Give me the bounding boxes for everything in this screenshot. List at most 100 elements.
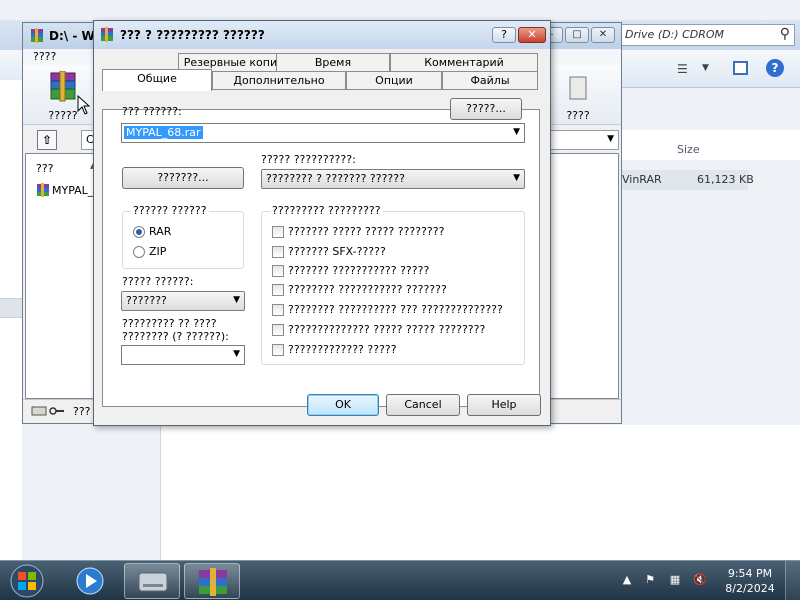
file-name: MYPAL_: [52, 184, 94, 197]
archiving-options-title: ????????? ?????????: [270, 204, 383, 217]
ok-button[interactable]: OK: [307, 394, 379, 416]
explorer-nav-pane: [0, 80, 22, 560]
cancel-button[interactable]: Cancel: [386, 394, 460, 416]
tab-options[interactable]: Опции: [346, 71, 442, 90]
method-select[interactable]: ??????? ▼: [121, 291, 245, 311]
close-button[interactable]: ✕: [591, 27, 615, 43]
size-column-header[interactable]: Size: [677, 143, 700, 156]
chevron-up-icon[interactable]: ▲: [620, 573, 634, 587]
checkbox[interactable]: [272, 304, 284, 316]
taskbar-media-player[interactable]: [62, 563, 118, 599]
help-icon[interactable]: ?: [766, 59, 784, 77]
method-value: ???????: [126, 294, 167, 307]
split-size-input[interactable]: ▼: [121, 345, 245, 365]
split-label-line2: ???????? (? ??????):: [122, 330, 229, 343]
archive-format-group: ?????? ?????? RAR ZIP: [122, 204, 244, 269]
option-lock-archive[interactable]: ????????????? ?????: [272, 342, 522, 358]
chevron-down-icon[interactable]: ▼: [233, 349, 240, 359]
drive-key-icon: [31, 406, 64, 416]
checkbox[interactable]: [272, 344, 284, 356]
explorer-row-size: 61,123 KB: [697, 173, 754, 186]
maximize-button[interactable]: □: [565, 27, 589, 43]
method-label: ????? ??????:: [122, 275, 194, 288]
flag-icon[interactable]: ⚑: [643, 573, 657, 587]
dialog-title: ??? ? ????????? ??????: [120, 28, 265, 42]
explorer-column-header: [615, 130, 800, 160]
checkbox[interactable]: [272, 324, 284, 336]
toolbar-right-icon: [569, 76, 587, 100]
menu-item[interactable]: ????: [33, 50, 56, 63]
chevron-down-icon[interactable]: ▼: [233, 295, 240, 305]
archive-name-label: ??? ??????:: [122, 105, 182, 118]
name-column-label: ???: [36, 162, 54, 175]
search-icon[interactable]: ⚲: [780, 26, 790, 42]
explorer-row-type: VinRAR: [622, 173, 662, 186]
option-test-files[interactable]: ?????????????? ????? ????? ????????: [272, 322, 522, 338]
taskbar-winrar[interactable]: [184, 563, 240, 599]
network-icon[interactable]: ▦: [668, 573, 682, 587]
show-desktop-button[interactable]: [785, 561, 800, 600]
option-delete-after[interactable]: ??????? ????? ????? ????????: [272, 224, 522, 240]
help-button[interactable]: Help: [467, 394, 541, 416]
explorer-address-text: Drive (D:) CDROM: [625, 28, 725, 41]
checkbox[interactable]: [272, 246, 284, 258]
rar-file-icon: [37, 183, 49, 197]
option-create-sfx[interactable]: ??????? SFX-?????: [272, 244, 522, 260]
checkbox[interactable]: [272, 265, 284, 277]
taskbar: ▲ ⚑ ▦ 🔇 9:54 PM 8/2/2024: [0, 560, 800, 600]
option-solid[interactable]: ??????? ??????????? ?????: [272, 263, 522, 279]
volume-muted-icon[interactable]: 🔇: [693, 573, 707, 587]
option-label: ???????? ??????????? ???????: [288, 283, 447, 296]
toolbar-button-right[interactable]: ????: [548, 69, 608, 123]
clock[interactable]: 9:54 PM 8/2/2024: [722, 566, 778, 596]
add-tool-label: ?????: [48, 109, 78, 122]
explorer-address-bar[interactable]: Drive (D:) CDROM ⚲: [620, 24, 795, 46]
add-tool-button[interactable]: ?????: [33, 69, 93, 123]
dialog-close-button[interactable]: ✕: [518, 27, 546, 43]
tab-comment[interactable]: Комментарий: [390, 53, 538, 72]
view-options-icon[interactable]: ☰: [677, 62, 688, 76]
winrar-app-icon: [101, 27, 113, 42]
explorer-content-area: [160, 425, 800, 560]
clock-time: 9:54 PM: [727, 567, 773, 580]
chevron-down-icon[interactable]: ▼: [513, 173, 520, 183]
explorer-nav-strip: [0, 298, 22, 318]
toolbar-right-label: ????: [566, 109, 590, 122]
option-label: ??????? ????? ????? ????????: [288, 225, 445, 238]
dialog-titlebar: ??? ? ????????? ?????? ? ✕: [94, 21, 550, 49]
option-label: ????????????? ?????: [288, 343, 397, 356]
tab-time[interactable]: Время: [276, 53, 390, 72]
preview-pane-icon[interactable]: [733, 61, 748, 75]
dialog-help-button[interactable]: ?: [492, 27, 516, 43]
update-mode-value: ???????? ? ??????? ??????: [266, 172, 405, 185]
tab-general[interactable]: Общие: [102, 69, 212, 91]
up-folder-button[interactable]: ⇧: [37, 130, 57, 150]
browse-button[interactable]: ?????...: [450, 98, 522, 120]
archive-name-input[interactable]: MYPAL_68.rar ▼: [121, 123, 525, 143]
tab-advanced[interactable]: Дополнительно: [212, 71, 346, 90]
chevron-down-icon[interactable]: ▼: [607, 134, 614, 144]
media-player-icon: [76, 567, 104, 595]
radio-indicator[interactable]: [133, 246, 145, 258]
format-rar-label: RAR: [149, 225, 172, 238]
option-recovery-record[interactable]: ???????? ?????????? ??? ??????????????: [272, 302, 522, 318]
archive-stack-icon: [50, 71, 76, 102]
start-button[interactable]: [4, 562, 50, 600]
option-label: ??????? SFX-?????: [288, 245, 386, 258]
checkbox[interactable]: [272, 284, 284, 296]
winrar-app-icon: [31, 28, 43, 43]
format-zip-label: ZIP: [149, 245, 167, 258]
checkbox[interactable]: [272, 226, 284, 238]
chevron-down-icon[interactable]: ▼: [513, 127, 520, 137]
status-text: ???: [73, 405, 91, 418]
profiles-button[interactable]: ???????...: [122, 167, 244, 189]
option-authenticity[interactable]: ???????? ??????????? ???????: [272, 282, 522, 298]
tab-files[interactable]: Файлы: [442, 71, 538, 90]
taskbar-explorer[interactable]: [124, 563, 180, 599]
update-mode-select[interactable]: ???????? ? ??????? ?????? ▼: [261, 169, 525, 189]
archive-format-title: ?????? ??????: [131, 204, 209, 217]
radio-indicator[interactable]: [133, 226, 145, 238]
view-dropdown-icon[interactable]: ▼: [702, 63, 709, 73]
option-label: ?????????????? ????? ????? ????????: [288, 323, 486, 336]
name-column-header[interactable]: ??? ▲: [30, 160, 98, 178]
